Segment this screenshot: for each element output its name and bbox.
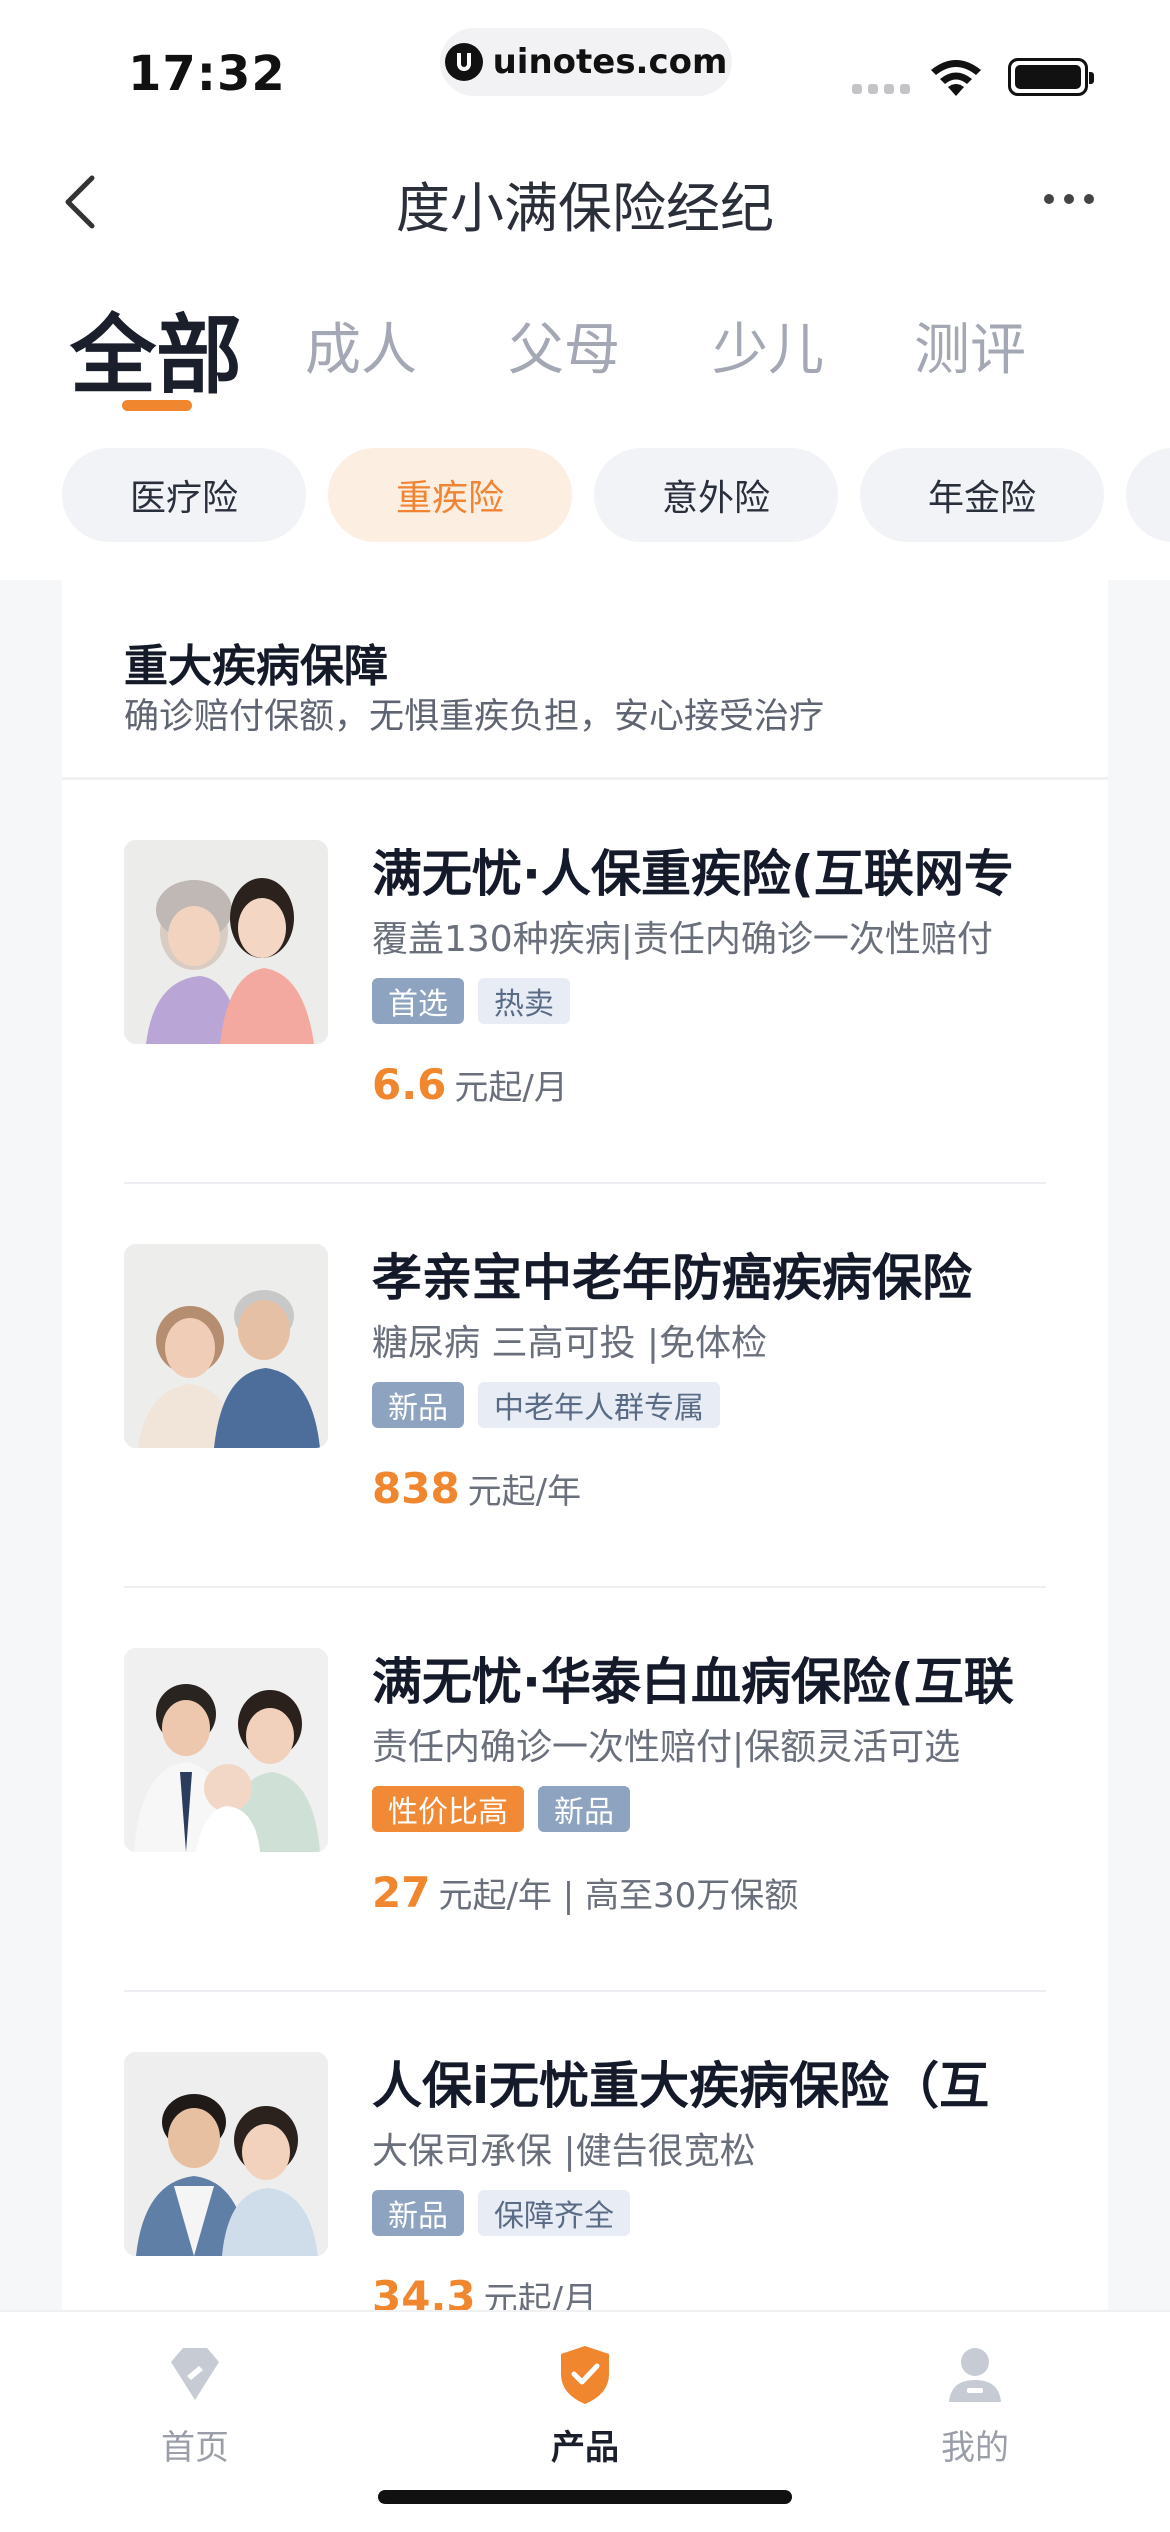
product-tag: 性价比高 bbox=[372, 1786, 524, 1832]
shield-check-icon bbox=[561, 2346, 609, 2404]
product-image bbox=[124, 2052, 328, 2256]
price-unit: 元起/月 bbox=[454, 1068, 568, 1108]
chip-medical[interactable]: 医疗险 bbox=[62, 448, 306, 542]
tabbar-label: 我的 bbox=[941, 2428, 1009, 2468]
product-item[interactable]: 孝亲宝中老年防癌疾病保险 糖尿病 三高可投 |免体检 新品 中老年人群专属 83… bbox=[62, 1184, 1108, 1588]
product-item[interactable]: 满无忧·华泰白血病保险(互联 责任内确诊一次性赔付|保额灵活可选 性价比高 新品… bbox=[62, 1588, 1108, 1992]
tab-indicator bbox=[122, 400, 192, 411]
product-tags: 性价比高 新品 bbox=[372, 1786, 630, 1832]
section-title: 重大疾病保障 bbox=[124, 641, 388, 692]
home-indicator bbox=[378, 2490, 792, 2504]
product-description: 覆盖130种疾病|责任内确诊一次性赔付 bbox=[372, 919, 993, 960]
product-tag: 新品 bbox=[538, 1786, 630, 1832]
product-tag: 中老年人群专属 bbox=[478, 1382, 720, 1428]
tab-all[interactable]: 全部 bbox=[70, 285, 242, 410]
chip-annuity[interactable]: 年金险 bbox=[860, 448, 1104, 542]
price-line: 27 元起/年 | 高至30万保额 bbox=[372, 1868, 798, 1917]
tabbar-products[interactable]: 产品 bbox=[485, 2342, 685, 2469]
page-title: 度小满保险经纪 bbox=[396, 177, 774, 240]
product-name: 人保i无忧重大疾病保险（互 bbox=[372, 2057, 990, 2115]
product-description: 大保司承保 |健告很宽松 bbox=[372, 2131, 756, 2172]
tab-children[interactable]: 少儿 bbox=[712, 305, 824, 386]
price-unit: 元起/年 | 高至30万保额 bbox=[438, 1876, 799, 1916]
price-unit: 元起/年 bbox=[467, 1472, 582, 1512]
tab-parents[interactable]: 父母 bbox=[508, 305, 620, 386]
product-name: 满无忧·人保重疾险(互联网专 bbox=[372, 845, 1014, 903]
section-description: 确诊赔付保额，无惧重疾负担，安心接受治疗 bbox=[124, 697, 825, 737]
product-tag: 保障齐全 bbox=[478, 2190, 630, 2236]
product-description: 责任内确诊一次性赔付|保额灵活可选 bbox=[372, 1727, 961, 1768]
product-name: 孝亲宝中老年防癌疾病保险 bbox=[372, 1249, 972, 1307]
product-price: 27 bbox=[372, 1868, 431, 1917]
product-tags: 新品 中老年人群专属 bbox=[372, 1382, 720, 1428]
product-price: 838 bbox=[372, 1464, 460, 1513]
product-item[interactable]: 人保i无忧重大疾病保险（互 大保司承保 |健告很宽松 新品 保障齐全 34.3 … bbox=[62, 1992, 1108, 2310]
status-time: 17:32 bbox=[128, 46, 286, 102]
status-bar: 17:32 uinotes.com bbox=[0, 0, 1170, 140]
product-price: 6.6 bbox=[372, 1060, 447, 1109]
product-image bbox=[124, 840, 328, 1044]
tab-adult[interactable]: 成人 bbox=[305, 305, 417, 386]
price-unit: 元起/月 bbox=[483, 2280, 598, 2310]
product-tag: 热卖 bbox=[478, 978, 570, 1024]
product-image bbox=[124, 1244, 328, 1448]
more-icon[interactable] bbox=[1044, 194, 1094, 204]
tabbar-label: 产品 bbox=[551, 2428, 619, 2468]
tabbar-label: 首页 bbox=[161, 2428, 229, 2468]
product-tag: 新品 bbox=[372, 1382, 464, 1428]
category-tabs: 全部 成人 父母 少儿 测评 bbox=[0, 285, 1170, 415]
chip-more[interactable] bbox=[1126, 448, 1170, 542]
url-text: uinotes.com bbox=[492, 42, 728, 82]
product-item[interactable]: 满无忧·人保重疾险(互联网专 覆盖130种疾病|责任内确诊一次性赔付 首选 热卖… bbox=[62, 780, 1108, 1184]
chip-critical-illness[interactable]: 重疾险 bbox=[328, 448, 572, 542]
product-image bbox=[124, 1648, 328, 1852]
price-line: 6.6 元起/月 bbox=[372, 1060, 568, 1109]
tab-reviews[interactable]: 测评 bbox=[914, 305, 1026, 386]
person-icon bbox=[949, 2348, 1001, 2402]
product-list-card: 重大疾病保障 确诊赔付保额，无惧重疾负担，安心接受治疗 满无忧·人保重疾险(互联… bbox=[62, 580, 1108, 2310]
price-line: 34.3 元起/月 bbox=[372, 2272, 597, 2310]
product-tags: 首选 热卖 bbox=[372, 978, 570, 1024]
tabbar-mine[interactable]: 我的 bbox=[875, 2342, 1075, 2469]
site-logo-icon bbox=[444, 43, 483, 81]
filter-chips: 医疗险 重疾险 意外险 年金险 bbox=[0, 448, 1170, 544]
home-diamond-icon bbox=[171, 2348, 219, 2400]
url-pill[interactable]: uinotes.com bbox=[440, 28, 732, 96]
product-tag: 新品 bbox=[372, 2190, 464, 2236]
battery-icon bbox=[1008, 58, 1094, 96]
cellular-signal-icon bbox=[852, 84, 910, 94]
product-tags: 新品 保障齐全 bbox=[372, 2190, 630, 2236]
product-name: 满无忧·华泰白血病保险(互联 bbox=[372, 1653, 1014, 1711]
chip-accident[interactable]: 意外险 bbox=[594, 448, 838, 542]
wifi-icon bbox=[931, 60, 981, 96]
section-header: 重大疾病保障 确诊赔付保额，无惧重疾负担，安心接受治疗 bbox=[62, 580, 1108, 780]
product-price: 34.3 bbox=[372, 2272, 476, 2310]
price-line: 838 元起/年 bbox=[372, 1464, 581, 1513]
nav-bar: 度小满保险经纪 bbox=[0, 140, 1170, 260]
tabbar-home[interactable]: 首页 bbox=[95, 2342, 295, 2469]
product-description: 糖尿病 三高可投 |免体检 bbox=[372, 1323, 768, 1364]
product-tag: 首选 bbox=[372, 978, 464, 1024]
